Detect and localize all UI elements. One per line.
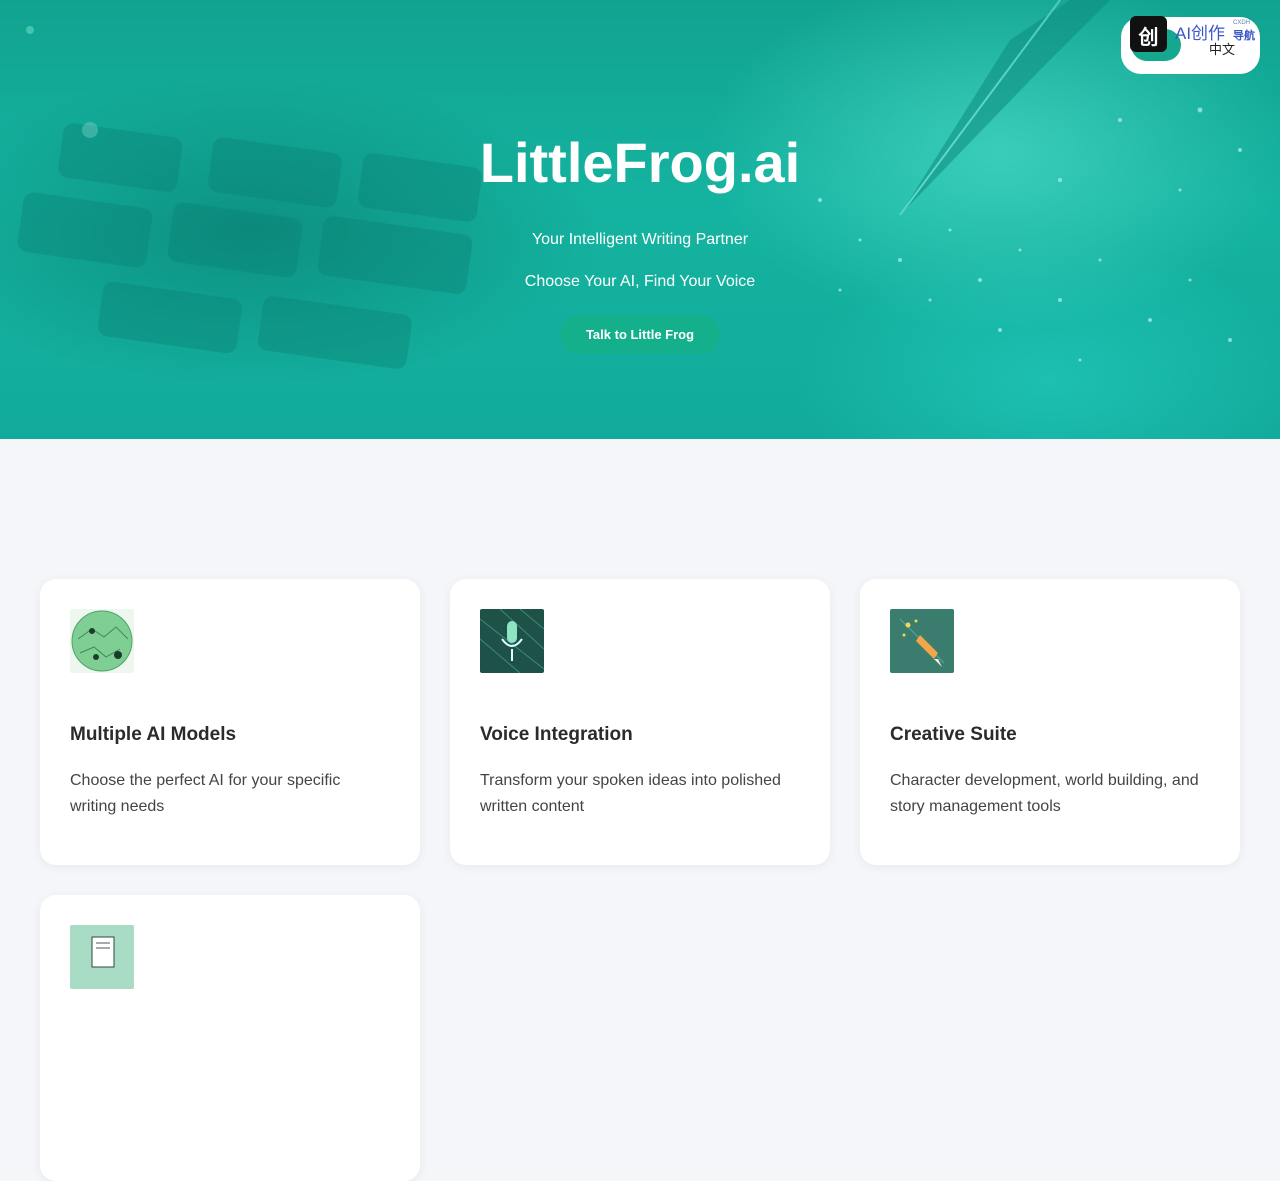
brand-name-tiny: CXDH [1233,20,1251,26]
feature-description: Transform your spoken ideas into polishe… [480,772,781,815]
feature-description: Choose the perfect AI for your specific … [70,772,341,815]
hero-subtagline: Choose Your AI, Find Your Voice [524,273,756,290]
brand-logo-icon[interactable]: 创 [1130,16,1167,52]
quill-stars-icon [890,609,954,673]
hero-section: LittleFrog.ai Your Intelligent Writing P… [0,0,1280,439]
feature-card-4 [40,895,420,1181]
brand-name[interactable]: AI创作 [1175,19,1225,44]
document-icon [70,925,134,989]
feature-card-multiple-ai-models: Multiple AI Models Choose the perfect AI… [40,579,420,865]
microphone-icon [480,609,544,673]
feature-card-voice-integration: Voice Integration Transform your spoken … [450,579,830,865]
feature-card-creative-suite: Creative Suite Character development, wo… [860,579,1240,865]
feature-title: Voice Integration [480,724,633,745]
hero-tagline: Your Intelligent Writing Partner [531,231,749,248]
brand-name-suffix: 导航 [1233,30,1255,42]
language-switcher[interactable]: 中文 创 AI创作 CXDH 导航 [1121,16,1260,74]
site-title: LittleFrog.ai [479,131,801,194]
frog-planet-icon [70,609,134,673]
hero-background-image [17,0,1242,369]
feature-title: Multiple AI Models [70,724,237,745]
brand-logo-char: 创 [1138,27,1159,49]
feature-description: Character development, world building, a… [890,772,1199,815]
talk-to-little-frog-button[interactable]: Talk to Little Frog [560,315,720,354]
feature-title: Creative Suite [890,724,1017,745]
